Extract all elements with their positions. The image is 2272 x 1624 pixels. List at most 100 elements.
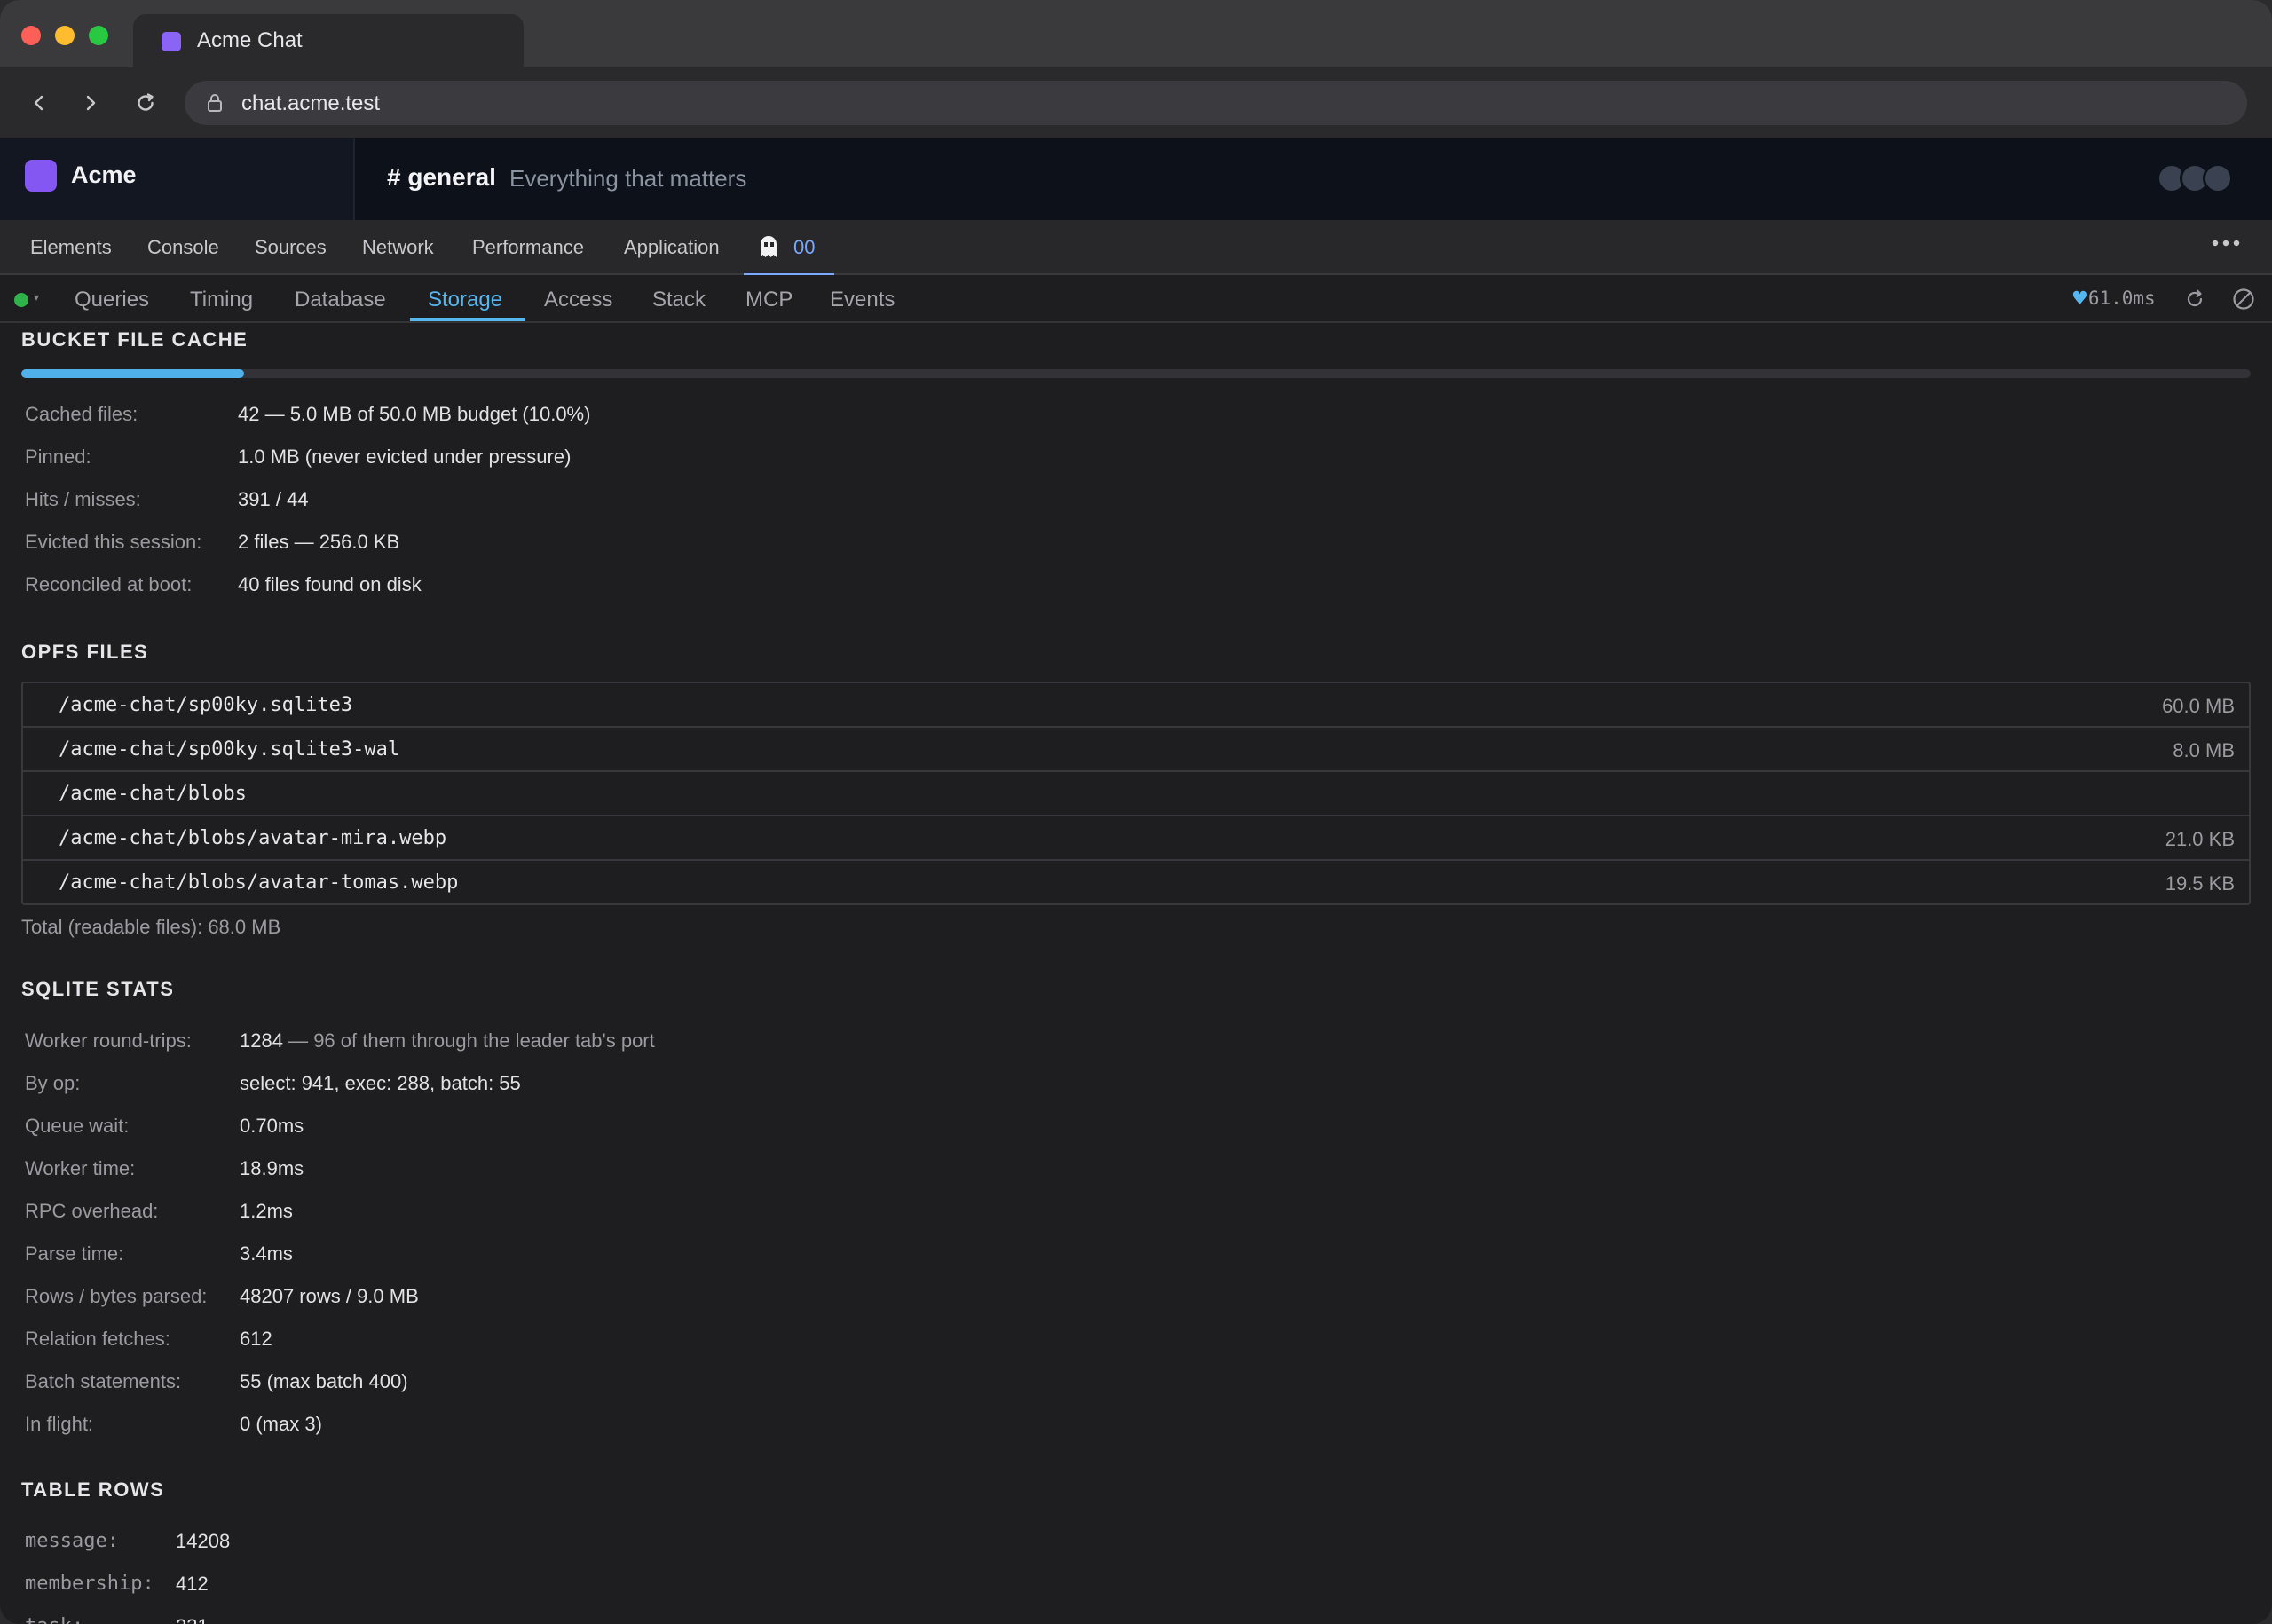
file-path: /acme-chat/blobs/avatar-mira.webp: [59, 827, 447, 849]
refresh-button[interactable]: [2181, 286, 2208, 312]
stat-value: 14208: [176, 1530, 231, 1552]
section-title-bucket-cache: BUCKET FILE CACHE: [21, 328, 248, 351]
sub-tab-storage[interactable]: Storage: [428, 288, 502, 312]
ghost-icon: [761, 236, 777, 257]
sub-tab-stack[interactable]: Stack: [652, 288, 706, 312]
sub-tab-timing[interactable]: Timing: [190, 288, 253, 312]
reload-icon: [138, 93, 154, 111]
channel-description: Everything that matters: [509, 165, 747, 192]
tab-application[interactable]: Application: [624, 236, 720, 259]
section-title-sqlite: SQLITE STATS: [21, 978, 175, 1000]
sub-tab-queries[interactable]: Queries: [75, 288, 149, 312]
extension-tab-label: 00: [793, 236, 816, 258]
caret-down-icon[interactable]: ▾: [34, 291, 39, 304]
active-sub-tab-indicator: [410, 318, 525, 321]
sub-tab-mcp[interactable]: MCP: [746, 288, 793, 312]
cache-usage-bar: [21, 369, 2251, 378]
browser-toolbar: chat.acme.test: [0, 67, 2272, 138]
tab-extension[interactable]: 00: [744, 220, 834, 277]
stat-value: 48207 rows / 9.0 MB: [240, 1285, 419, 1307]
more-options-button[interactable]: [2210, 236, 2242, 257]
file-size: 19.5 KB: [2165, 872, 2235, 895]
opfs-file-list: /acme-chat/sp00ky.sqlite3 60.0 MB/acme-ch…: [21, 682, 2251, 905]
stat-label: Pinned:: [25, 445, 91, 468]
stat-value: 231: [176, 1615, 209, 1624]
stat-value: 1.0 MB (never evicted under pressure): [238, 445, 572, 468]
stat-label: Cached files:: [25, 403, 138, 425]
avatar: [2203, 163, 2233, 193]
file-row[interactable]: /acme-chat/sp00ky.sqlite3 60.0 MB: [23, 683, 2249, 728]
stat-value: 391 / 44: [238, 488, 309, 510]
panel-sub-tabs: ▾ Queries Timing Database Storage Access…: [0, 275, 2272, 323]
heart-icon: ♥: [2071, 288, 2088, 309]
member-avatars[interactable]: [2157, 163, 2236, 193]
minimize-window-button[interactable]: [55, 26, 75, 45]
workspace-switcher[interactable]: Acme: [0, 138, 355, 220]
app-header: Acme # general Everything that matters: [0, 138, 2272, 220]
workspace-name: Acme: [71, 162, 137, 188]
stat-label: Relation fetches:: [25, 1328, 170, 1350]
tab-performance[interactable]: Performance: [472, 236, 584, 259]
file-path: /acme-chat/sp00ky.sqlite3-wal: [59, 738, 400, 761]
connection-status-dot[interactable]: [14, 293, 28, 307]
file-path: /acme-chat/blobs: [59, 783, 247, 805]
stat-label: Parse time:: [25, 1242, 124, 1265]
file-row[interactable]: /acme-chat/blobs/avatar-mira.webp 21.0 KB: [23, 816, 2249, 861]
stat-value: 1284 — 96 of them through the leader tab…: [240, 1029, 655, 1052]
browser-tab[interactable]: Acme Chat: [133, 14, 524, 69]
stat-label: Worker time:: [25, 1157, 136, 1179]
files-total: Total (readable files): 68.0 MB: [21, 916, 281, 938]
file-row[interactable]: /acme-chat/blobs: [23, 772, 2249, 816]
cache-usage-fill: [21, 369, 245, 378]
file-row[interactable]: /acme-chat/blobs/avatar-tomas.webp 19.5 K…: [23, 861, 2249, 903]
stat-label: RPC overhead:: [25, 1200, 159, 1222]
sub-tab-access[interactable]: Access: [544, 288, 612, 312]
address-bar[interactable]: chat.acme.test: [185, 81, 2247, 125]
file-size: 8.0 MB: [2173, 739, 2235, 761]
stat-value: 55 (max batch 400): [240, 1370, 408, 1392]
timing-value: 61.0ms: [2087, 288, 2156, 309]
tab-elements[interactable]: Elements: [30, 236, 112, 259]
timing-readout: ♥61.0ms: [2071, 288, 2156, 309]
stat-label: Queue wait:: [25, 1115, 130, 1137]
stat-label: Worker round-trips:: [25, 1029, 192, 1052]
stat-value: 2 files — 256.0 KB: [238, 531, 400, 553]
url-text: chat.acme.test: [241, 91, 381, 115]
stat-label: In flight:: [25, 1413, 94, 1435]
tab-strip: Acme Chat: [0, 0, 2272, 69]
sub-tab-events[interactable]: Events: [830, 288, 895, 312]
stat-label: Rows / bytes parsed:: [25, 1285, 208, 1307]
back-button[interactable]: [21, 85, 57, 121]
storage-panel: BUCKET FILE CACHE Cached files: 42 — 5.0 …: [0, 323, 2272, 1624]
stat-value: 42 — 5.0 MB of 50.0 MB budget (10.0%): [238, 403, 591, 425]
clear-button[interactable]: [2230, 286, 2257, 312]
stat-value: 40 files found on disk: [238, 573, 422, 595]
workspace-logo: [25, 160, 57, 192]
tab-network[interactable]: Network: [362, 236, 434, 259]
file-size: 60.0 MB: [2162, 695, 2235, 717]
stat-label: message:: [25, 1530, 119, 1552]
maximize-window-button[interactable]: [89, 26, 108, 45]
more-horizontal-icon: [2212, 240, 2240, 247]
stat-label: Batch statements:: [25, 1370, 182, 1392]
reload-button[interactable]: [128, 85, 163, 121]
close-window-button[interactable]: [21, 26, 41, 45]
chevron-left-icon: [34, 95, 43, 111]
round-trips-note: — 96 of them through the leader tab's po…: [288, 1029, 655, 1052]
tab-console[interactable]: Console: [147, 236, 219, 259]
file-path: /acme-chat/sp00ky.sqlite3: [59, 694, 353, 716]
forward-button[interactable]: [73, 85, 108, 121]
channel-name: # general: [387, 163, 496, 191]
stat-value: 0 (max 3): [240, 1413, 322, 1435]
stat-label: By op:: [25, 1072, 81, 1094]
chevron-right-icon: [86, 95, 96, 111]
file-row[interactable]: /acme-chat/sp00ky.sqlite3-wal 8.0 MB: [23, 728, 2249, 772]
sub-tab-database[interactable]: Database: [295, 288, 386, 312]
stat-label: Reconciled at boot:: [25, 573, 193, 595]
stat-label: task:: [25, 1615, 83, 1624]
block-icon: [2233, 288, 2254, 310]
tab-sources[interactable]: Sources: [255, 236, 327, 259]
browser-window: Acme Chat chat.acme.test Acme # general …: [0, 0, 2272, 1624]
stat-value: 3.4ms: [240, 1242, 293, 1265]
file-path: /acme-chat/blobs/avatar-tomas.webp: [59, 871, 459, 894]
